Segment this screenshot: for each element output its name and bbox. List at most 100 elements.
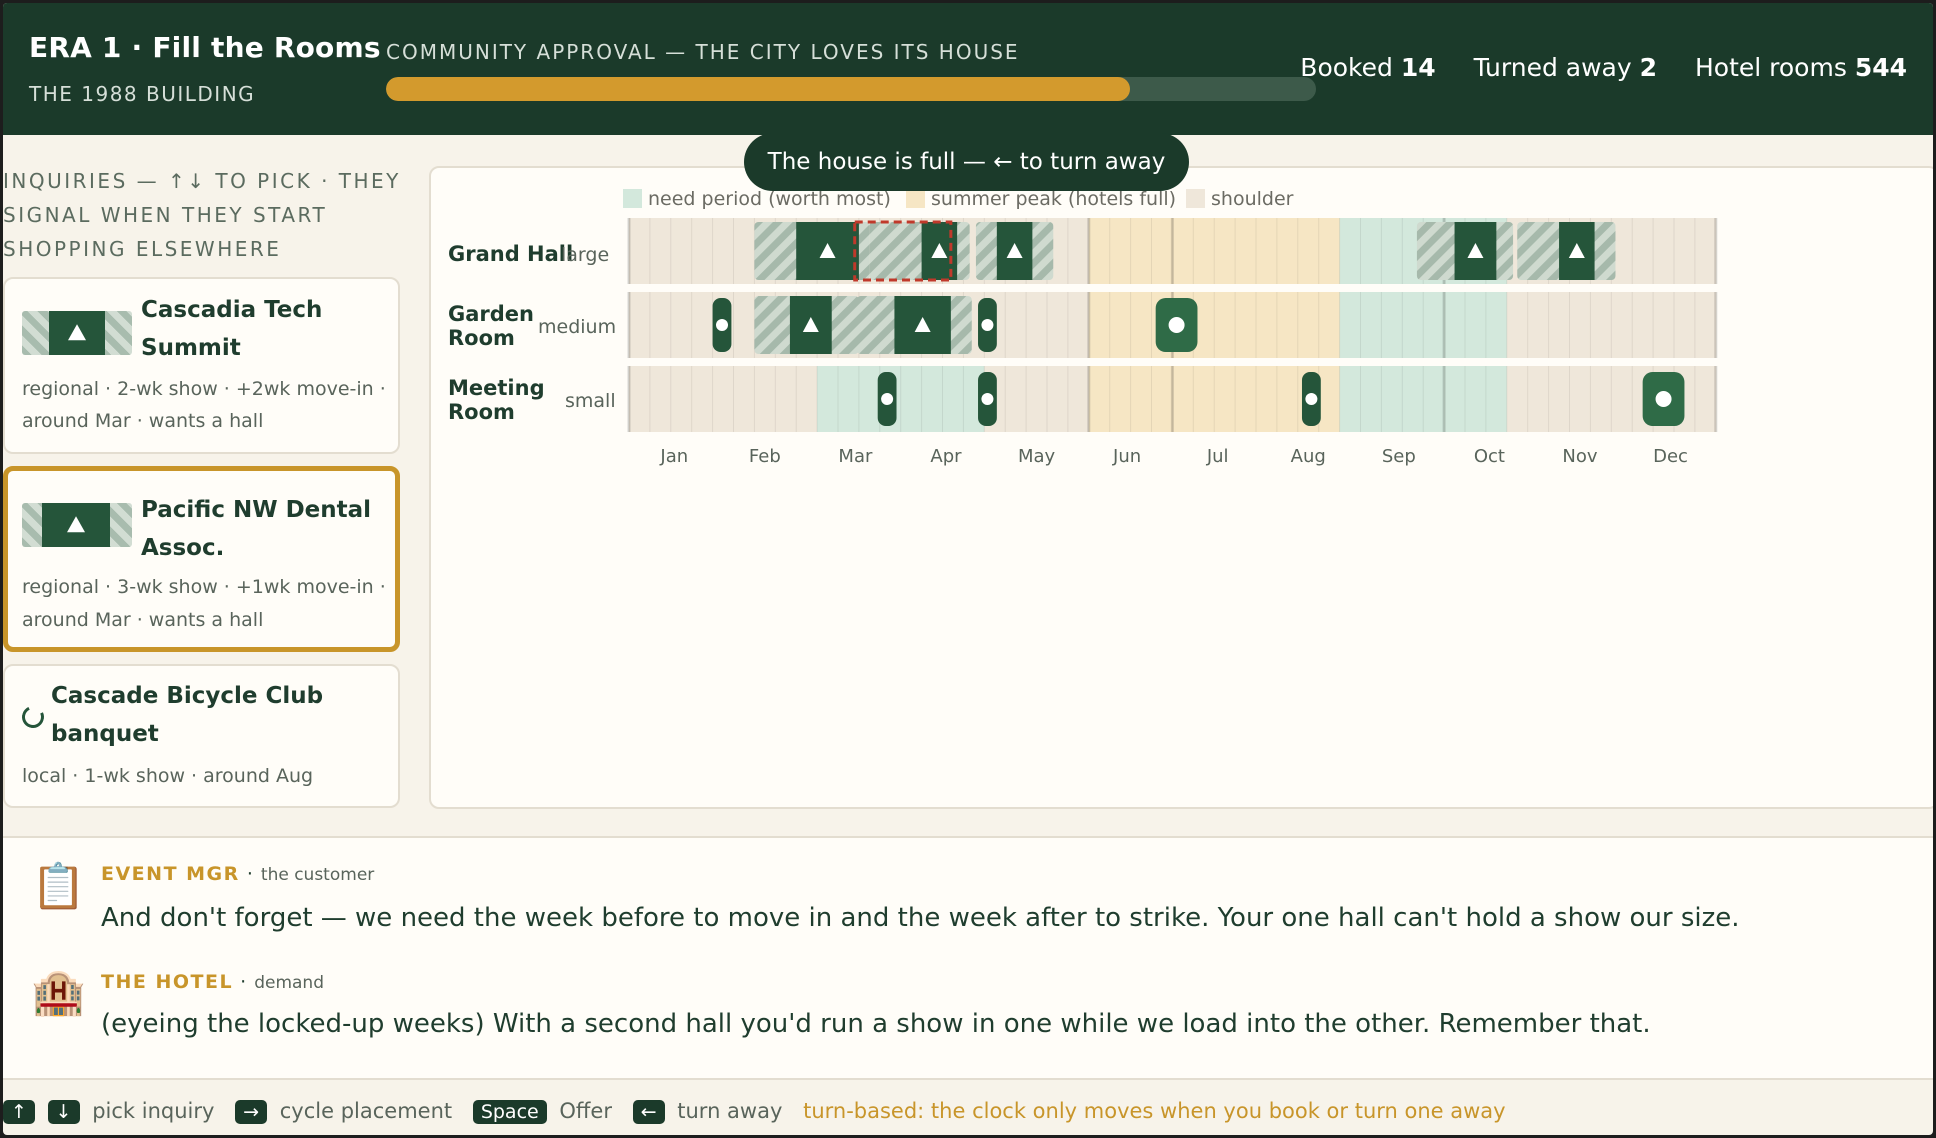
week-cell [1569,366,1591,432]
week-cell [1256,218,1278,284]
week-cell [1088,292,1111,358]
calendar-track[interactable] [431,168,1933,488]
hotel-rooms-count: 544 [1854,53,1907,82]
booking-block [856,296,972,354]
event-pill [1642,372,1685,426]
week-cell [649,366,672,432]
week-cell [1088,218,1111,284]
booking-block-pending [869,222,970,280]
week-cell [1026,366,1048,432]
crescent-icon [18,702,48,732]
week-cell [1694,366,1717,432]
hint-turn-away: turn away [677,1099,783,1123]
week-cell [1214,292,1236,358]
week-cell [1548,366,1570,432]
week-cell [1297,292,1320,358]
inquiry-details-1: regional · 3-wk show · +1wk move-in · [22,576,386,598]
week-cell [1402,366,1424,432]
month-label: Sep [1381,446,1416,467]
week-cell [775,366,797,432]
week-cell [796,366,818,432]
week-cell [1381,292,1403,358]
booked-count: 14 [1400,53,1436,82]
week-cell [1611,366,1633,432]
week-cell [649,218,672,284]
month-label: Jul [1206,446,1229,467]
week-cell [733,218,755,284]
week-cell [1590,292,1612,358]
booking-block [754,296,859,354]
hint-cycle-placement: cycle placement [279,1099,453,1123]
week-cell [1193,366,1215,432]
week-cell [1485,292,1508,358]
week-cell [1694,218,1717,284]
week-cell [1005,292,1027,358]
week-cell [1318,292,1341,358]
week-cell [1694,292,1717,358]
week-cell [1214,366,1236,432]
small-event-pill [712,298,732,352]
week-cell [1026,292,1048,358]
week-cell [1506,292,1529,358]
week-cell [1339,292,1361,358]
turn-based-note: turn-based: the clock only moves when yo… [803,1099,1506,1123]
turned-away-label: Turned away [1473,53,1632,82]
stats: Booked 14 Turned away 2 Hotel rooms 544 [1300,53,1907,82]
hotel-icon: 🏨 [31,967,86,1018]
key-right: → [235,1100,268,1124]
week-cell [1172,218,1194,284]
week-cell [1632,292,1654,358]
week-cell [1109,292,1132,358]
hint-pick-inquiry: pick inquiry [92,1099,215,1123]
week-cell [1130,218,1152,284]
booking-calendar: need period (worth most) summer peak (ho… [429,166,1933,809]
inquiry-card-selected[interactable]: Pacific NW Dental Assoc. regional · 3-wk… [3,466,400,652]
week-cell [1067,218,1090,284]
inquiry-card[interactable]: Cascadia Tech Summit regional · 2-wk sho… [3,277,400,454]
week-cell [1214,218,1236,284]
week-cell [1047,292,1069,358]
inquiry-details-1: local · 1-wk show · around Aug [22,765,314,787]
inquiry-details-2: around Mar · wants a hall [22,609,264,631]
month-label: Mar [838,446,873,467]
week-cell [1256,292,1278,358]
week-cell [1381,366,1403,432]
booking-block [975,222,1054,280]
week-cell [733,292,755,358]
top-bar: ERA 1 · Fill the Rooms THE 1988 BUILDING… [3,3,1933,135]
week-cell [1005,366,1027,432]
month-label: Jun [1113,446,1142,467]
small-event-pill [1301,372,1321,426]
building-name: THE 1988 BUILDING [29,82,256,106]
week-cell [1402,292,1424,358]
month-label: Apr [930,446,962,467]
key-space: Space [472,1100,547,1124]
key-down: ↓ [47,1100,80,1124]
week-cell [1506,366,1529,432]
inquiry-card[interactable]: Cascade Bicycle Club banquet local · 1-w… [3,664,400,808]
week-cell [1318,366,1341,432]
week-cell [921,366,943,432]
dialogue-panel: 📋 EVENT MGR · the customer And don't for… [3,836,1933,1080]
week-cell [1381,218,1403,284]
turned-away-count: 2 [1639,53,1658,82]
week-cell [1088,366,1111,432]
key-up: ↑ [3,1100,35,1124]
week-cell [1527,366,1550,432]
week-cell [1256,366,1278,432]
week-cell [691,292,714,358]
week-cell [629,366,651,432]
month-label: Aug [1290,446,1326,467]
week-cell [1485,366,1508,432]
small-event-pill [978,372,997,426]
week-cell [670,218,693,284]
month-label: Feb [748,446,781,467]
week-cell [1360,366,1382,432]
month-label: Nov [1562,446,1598,467]
week-cell [1235,292,1257,358]
week-cell [1130,292,1152,358]
week-cell [1235,366,1257,432]
small-event-pill [978,298,997,352]
week-cell [1527,292,1550,358]
week-cell [1444,292,1466,358]
